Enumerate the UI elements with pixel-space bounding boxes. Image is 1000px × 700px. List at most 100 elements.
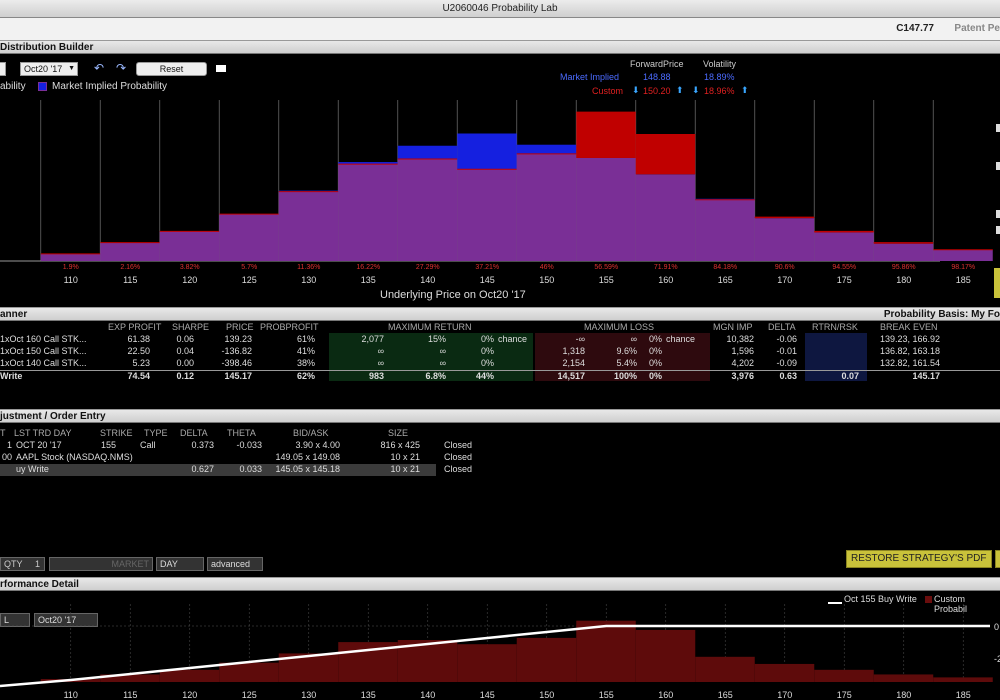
distribution-chart[interactable]: 1.9% 2.16% 3.82% 5.7% 11.36% 16.22% 27.29% 37.2… — [0, 100, 1000, 304]
planner-cell-sharpe: 0.04 — [176, 346, 194, 356]
planner-cell-delta: -0.01 — [776, 346, 797, 356]
x-tick-label: 185 — [956, 275, 971, 285]
legend-market: Market Implied Probability — [52, 81, 168, 92]
order-type-value: MARKET — [111, 559, 149, 569]
ticker-bar: C147.77 Patent Pe — [0, 18, 1000, 40]
bar-difference — [457, 133, 517, 170]
x-tick-label: 130 — [301, 690, 316, 700]
checkbox[interactable] — [996, 210, 1000, 218]
bar-overlap — [516, 153, 577, 261]
order-cell-strike: 155 — [100, 440, 116, 450]
planner-cell-mgn: 1,596 — [731, 346, 754, 356]
window-title: U2060046 Probability Lab — [0, 0, 1000, 18]
planner-cell-mr_ch: 0% — [480, 334, 494, 344]
planner-cell-ml_val: 14,517 — [557, 371, 585, 381]
x-tick-label: 150 — [539, 275, 554, 285]
market-forward-value: 148.88 — [643, 72, 671, 82]
order-cell-size: 10 x 21 — [390, 452, 420, 462]
probability-bar — [576, 620, 636, 682]
order-cell-bidask: 3.90 x 4.00 — [295, 440, 340, 450]
cumulative-prob-label: 1.9% — [63, 264, 79, 271]
extra-action-button[interactable] — [995, 550, 1000, 568]
order-type-field[interactable]: MARKET — [49, 557, 153, 571]
probability-bar — [219, 662, 279, 682]
advanced-button[interactable]: advanced — [207, 557, 263, 571]
order-cell-bidask: 145.05 x 145.18 — [275, 464, 340, 474]
planner-cell-ml_ch: 0% — [648, 358, 662, 368]
cumulative-prob-label: 3.82% — [180, 264, 200, 271]
table-row[interactable]: 1 OCT 20 '17 155 Call 0.373 -0.033 3.90 x 4.00… — [0, 440, 1000, 452]
order-cell-status: Closed — [444, 452, 473, 462]
x-tick-label: 170 — [777, 275, 792, 285]
planner-header: anner Probability Basis: My Fo — [0, 307, 1000, 321]
x-tick-label: 115 — [123, 690, 137, 700]
chat-icon[interactable] — [216, 65, 226, 72]
table-row[interactable]: 1xOct 150 Call STK... 22.50 0.04 -136.82 41%… — [0, 346, 1000, 358]
bar-overlap — [40, 253, 101, 261]
planner-cell-mr_val: ∞ — [377, 346, 384, 356]
performance-chart[interactable]: 110 115 120 125 130 135 140 145 150 155 160 165 170 1… — [0, 604, 1000, 700]
qty-field[interactable]: QTY 1 — [0, 557, 45, 571]
custom-forward-value: 150.20 — [643, 86, 671, 96]
arrow-up-icon[interactable]: ⬆ — [741, 85, 749, 96]
bar-difference — [635, 134, 696, 175]
tif-value: DAY — [160, 559, 178, 569]
arrow-up-icon[interactable]: ⬆ — [676, 85, 684, 96]
bar-overlap — [100, 242, 160, 261]
order-cell-lst: OCT 20 '17 — [16, 440, 62, 450]
distribution-mode-dropdown[interactable] — [0, 62, 6, 76]
planner-cell-mr_ch: 0% — [480, 346, 494, 356]
x-tick-label: 125 — [242, 275, 257, 285]
arrow-down-icon[interactable]: ⬇ — [632, 85, 640, 96]
expiry-date-dropdown[interactable]: Oct20 '17 ▼ — [20, 62, 78, 76]
restore-strategy-pdf-button[interactable]: RESTORE STRATEGY'S PDF — [846, 550, 992, 568]
checkbox[interactable] — [996, 124, 1000, 132]
planner-cell-ml_val: -∞ — [575, 334, 585, 344]
custom-vol-value: 18.96% — [704, 86, 735, 96]
planner-cell-ml_pct: 100% — [613, 371, 637, 381]
x-tick-label: 120 — [182, 275, 197, 285]
order-entry-title: justment / Order Entry — [0, 411, 106, 422]
x-tick-label: 140 — [420, 690, 435, 700]
planner-cell-price: 139.23 — [224, 334, 252, 344]
advanced-label: advanced — [211, 559, 251, 569]
undo-icon[interactable]: ↶ — [94, 61, 104, 75]
side-button[interactable] — [994, 268, 1000, 298]
cumulative-prob-label: 98.17% — [951, 264, 975, 271]
checkbox[interactable] — [996, 162, 1000, 170]
x-tick-label: 160 — [658, 690, 673, 700]
x-tick-label: 175 — [837, 275, 852, 285]
tif-dropdown[interactable]: DAY — [156, 557, 204, 571]
planner-cell-mr_val: ∞ — [377, 358, 384, 368]
table-row[interactable]: 00 AAPL Stock (NASDAQ.NMS) 149.05 x 149.08… — [0, 452, 1000, 464]
table-row[interactable]: Write 74.54 0.12 145.17 62% 983 6.8% 44% 14,517 1… — [0, 370, 1000, 382]
redo-icon[interactable]: ↷ — [116, 61, 126, 75]
qty-label: QTY — [4, 559, 23, 569]
reset-button[interactable]: Reset — [136, 62, 207, 76]
order-entry-header: justment / Order Entry — [0, 409, 1000, 423]
checkbox[interactable] — [996, 226, 1000, 234]
probability-bar — [695, 656, 755, 682]
planner-cell-mr_pct: 15% — [427, 334, 446, 344]
probability-bar — [516, 637, 577, 682]
x-tick-label: 125 — [242, 690, 257, 700]
order-cell-theta: -0.033 — [236, 440, 262, 450]
planner-cell-name: 1xOct 160 Call STK... — [0, 334, 87, 344]
cumulative-prob-label: 84.18% — [713, 264, 737, 271]
x-tick-label: 145 — [480, 275, 495, 285]
bar-difference — [516, 144, 577, 154]
table-row[interactable]: uy Write 0.627 0.033 145.05 x 145.18 10 x 21… — [0, 464, 1000, 476]
order-cell-theta: 0.033 — [239, 464, 262, 474]
planner-cell-be: 145.17 — [912, 371, 940, 381]
table-row[interactable]: 1xOct 140 Call STK... 5.23 0.00 -398.46 38% ∞… — [0, 358, 1000, 370]
x-tick-label: 150 — [539, 690, 554, 700]
planner-cell-ml_ch: 0% — [648, 371, 662, 381]
bar-overlap — [635, 174, 696, 261]
bar-overlap — [576, 157, 636, 261]
table-row[interactable]: 1xOct 160 Call STK... 61.38 0.06 139.23 61% 2… — [0, 334, 1000, 346]
x-tick-label: 185 — [956, 690, 971, 700]
planner-cell-name: 1xOct 150 Call STK... — [0, 346, 87, 356]
planner-cell-price: 145.17 — [224, 371, 252, 381]
probability-bar — [159, 669, 220, 682]
arrow-down-icon[interactable]: ⬇ — [692, 85, 700, 96]
